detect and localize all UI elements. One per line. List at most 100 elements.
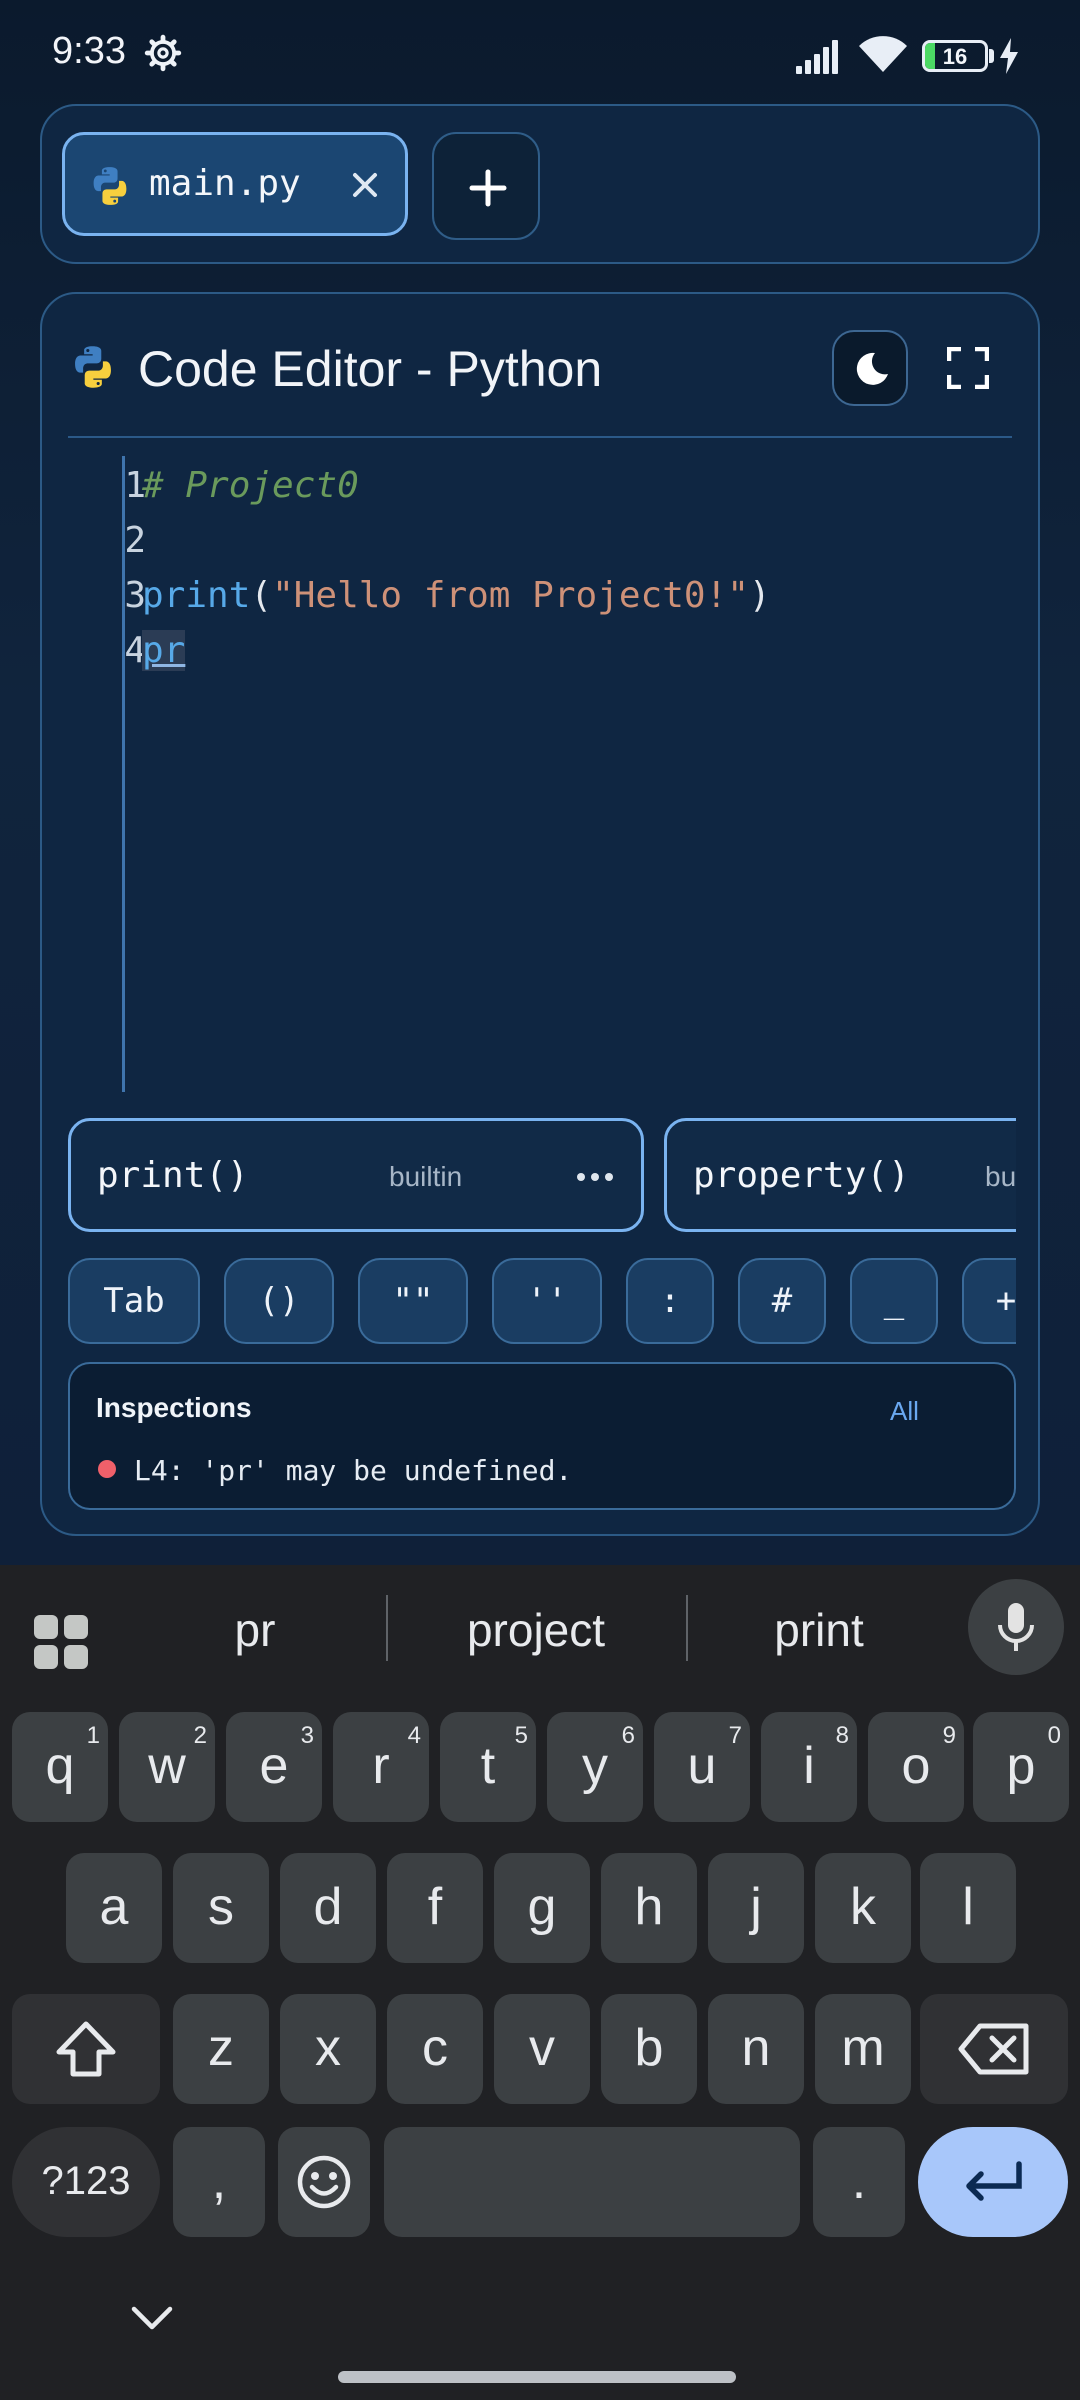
enter-key[interactable] [918, 2127, 1068, 2237]
key-x[interactable]: x [280, 1994, 376, 2104]
key-p[interactable]: p0 [973, 1712, 1069, 1822]
completion-suggestions: print() builtin property() builtin [68, 1118, 1016, 1234]
suggestion-print[interactable]: print() builtin [68, 1118, 644, 1232]
quick-key-underscore[interactable]: _ [850, 1258, 938, 1344]
quick-key-colon[interactable]: : [626, 1258, 714, 1344]
inspection-message[interactable]: L4: 'pr' may be undefined. [134, 1454, 572, 1487]
quick-key-tab[interactable]: Tab [68, 1258, 200, 1344]
key-a[interactable]: a [66, 1853, 162, 1963]
key-c[interactable]: c [387, 1994, 483, 2104]
apps-grid-icon[interactable] [30, 1611, 92, 1673]
key-s[interactable]: s [173, 1853, 269, 1963]
file-tab-main-py[interactable]: main.py [62, 132, 408, 236]
backspace-icon [958, 2023, 1029, 2075]
editor-title: Code Editor - Python [138, 341, 603, 397]
python-logo-icon [93, 167, 127, 205]
code-line[interactable]: # Project0 [142, 458, 771, 513]
quick-key-double-quotes[interactable]: "" [358, 1258, 468, 1344]
code-paren: ( [250, 575, 273, 616]
key-j[interactable]: j [708, 1853, 804, 1963]
close-icon[interactable] [345, 165, 385, 205]
code-function: print [142, 575, 251, 616]
key-r[interactable]: r4 [333, 1712, 429, 1822]
fullscreen-button[interactable] [934, 334, 1002, 402]
battery-icon: 16 [922, 40, 988, 72]
key-o[interactable]: o9 [868, 1712, 964, 1822]
enter-arrow-icon [966, 2161, 1022, 2201]
python-logo-icon [75, 346, 111, 388]
inspections-filter-all[interactable]: All [890, 1396, 919, 1427]
inspections-panel: Inspections All L4: 'pr' may be undefine… [68, 1362, 1016, 1510]
quick-key-single-quotes[interactable]: '' [492, 1258, 602, 1344]
quick-key-parens[interactable]: () [224, 1258, 334, 1344]
quick-key-plus[interactable]: + [962, 1258, 1016, 1344]
battery-percent: 16 [942, 44, 968, 69]
suggestion-kind: builtin [389, 1161, 463, 1192]
add-tab-button[interactable] [432, 132, 540, 240]
code-text-area[interactable]: # Project0 print("Hello from Project0!")… [142, 458, 771, 678]
code-string: "Hello from Project0!" [272, 575, 749, 616]
shift-arrow-icon [56, 2021, 116, 2077]
home-indicator[interactable] [338, 2371, 736, 2383]
suggestion-separator [386, 1595, 388, 1661]
key-f[interactable]: f [387, 1853, 483, 1963]
period-key[interactable]: . [813, 2127, 905, 2237]
emoji-smile-icon [297, 2155, 351, 2209]
plus-icon [469, 169, 507, 207]
voice-input-button[interactable] [968, 1579, 1064, 1675]
space-key[interactable] [384, 2127, 800, 2237]
key-g[interactable]: g [494, 1853, 590, 1963]
key-b[interactable]: b [601, 1994, 697, 2104]
key-y[interactable]: y6 [547, 1712, 643, 1822]
key-n[interactable]: n [708, 1994, 804, 2104]
suggestion-name: property() [693, 1155, 910, 1196]
key-e[interactable]: e3 [226, 1712, 322, 1822]
key-d[interactable]: d [280, 1853, 376, 1963]
fullscreen-icon [947, 347, 989, 389]
symbols-key[interactable]: ?123 [12, 2127, 160, 2237]
shift-key[interactable] [12, 1994, 160, 2104]
file-tab-label: main.py [149, 163, 301, 204]
suggestion-separator [686, 1595, 688, 1661]
moon-icon [856, 352, 888, 385]
keyboard-suggestion[interactable]: project [406, 1595, 666, 1665]
code-line[interactable]: pr [142, 623, 771, 678]
settings-gear-icon [144, 34, 182, 72]
code-paren: ) [748, 575, 771, 616]
key-m[interactable]: m [815, 1994, 911, 2104]
keyboard-suggestion[interactable]: pr [150, 1595, 360, 1665]
wifi-icon [859, 36, 907, 72]
key-l[interactable]: l [920, 1853, 1016, 1963]
battery-tip [989, 49, 994, 63]
code-line[interactable] [142, 513, 771, 568]
comma-key[interactable]: , [173, 2127, 265, 2237]
code-comment: # Project0 [142, 465, 359, 506]
key-w[interactable]: w2 [119, 1712, 215, 1822]
code-line[interactable]: print("Hello from Project0!") [142, 568, 771, 623]
gutter-divider [122, 456, 125, 1092]
quick-key-hash[interactable]: # [738, 1258, 826, 1344]
code-current-word: pr [142, 630, 186, 671]
key-t[interactable]: t5 [440, 1712, 536, 1822]
key-q[interactable]: q1 [12, 1712, 108, 1822]
key-z[interactable]: z [173, 1994, 269, 2104]
key-v[interactable]: v [494, 1994, 590, 2104]
more-dots-icon[interactable] [575, 1165, 615, 1189]
inspections-title: Inspections [96, 1392, 252, 1423]
theme-toggle-button[interactable] [832, 330, 908, 406]
key-i[interactable]: i8 [761, 1712, 857, 1822]
hide-keyboard-chevron-icon[interactable] [130, 2303, 174, 2333]
key-u[interactable]: u7 [654, 1712, 750, 1822]
cell-signal-icon [796, 40, 838, 74]
suggestion-property[interactable]: property() builtin [664, 1118, 1016, 1232]
charging-bolt-icon [1000, 38, 1018, 74]
suggestion-name: print() [97, 1155, 249, 1196]
error-dot-icon [98, 1460, 116, 1478]
quick-keys-bar: Tab () "" '' : # _ + [68, 1258, 1016, 1346]
backspace-key[interactable] [920, 1994, 1068, 2104]
keyboard-suggestion[interactable]: print [706, 1595, 932, 1665]
status-bar: 9:33 16 [0, 0, 1080, 100]
key-h[interactable]: h [601, 1853, 697, 1963]
key-k[interactable]: k [815, 1853, 911, 1963]
emoji-key[interactable] [278, 2127, 370, 2237]
